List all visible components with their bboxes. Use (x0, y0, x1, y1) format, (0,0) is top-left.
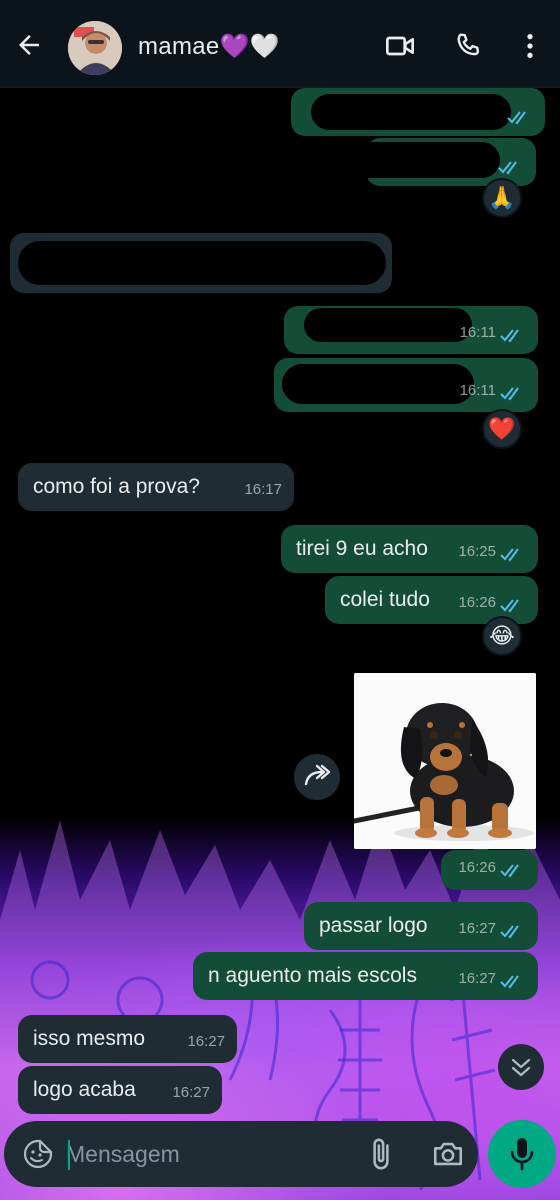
image-timestamp-bubble[interactable]: 16:26 (441, 850, 538, 890)
message-time: 16:11 (459, 382, 496, 399)
puppy-photo[interactable] (354, 673, 536, 849)
more-vert-icon[interactable] (514, 30, 546, 62)
text-caret (68, 1140, 70, 1170)
forward-button[interactable] (294, 754, 340, 800)
message-text: isso mesmo (33, 1027, 146, 1050)
read-ticks-icon (500, 387, 519, 401)
message-time: 16:11 (459, 324, 496, 341)
mic-icon (510, 1138, 534, 1171)
message-text: n aguento mais escols (208, 964, 417, 987)
read-ticks-icon (500, 925, 519, 939)
message-time: 16:27 (458, 920, 496, 937)
read-ticks-icon (507, 111, 526, 125)
message-text: tirei 9 eu acho (296, 537, 428, 560)
camera-icon[interactable] (430, 1137, 466, 1171)
redaction-scribble (304, 308, 472, 342)
message-time: 16:27 (172, 1084, 210, 1101)
reaction-badge[interactable]: ❤️ (482, 409, 522, 449)
message-time: 16:26 (458, 594, 496, 611)
phone-icon[interactable] (452, 30, 484, 62)
message-text: colei tudo (340, 588, 430, 611)
message-bubble-outgoing[interactable]: n aguento mais escols 16:27 (193, 952, 538, 1000)
redaction-scribble (311, 94, 511, 130)
redaction-scribble (18, 241, 386, 285)
read-ticks-icon (500, 975, 519, 989)
message-bubble-outgoing[interactable]: tirei 9 eu acho 16:25 (281, 525, 538, 573)
sticker-icon[interactable] (22, 1138, 54, 1170)
message-bubble-outgoing-redacted[interactable] (291, 88, 545, 136)
message-bubble-outgoing-redacted[interactable]: 16:11 (274, 358, 538, 412)
read-ticks-icon (500, 329, 519, 343)
reaction-badge[interactable]: 🙏 (482, 178, 522, 218)
message-time: 16:26 (458, 859, 496, 876)
message-bubble-incoming[interactable]: como foi a prova? 16:17 (18, 463, 294, 511)
message-time: 16:27 (458, 970, 496, 987)
redaction-scribble (314, 142, 500, 178)
message-time: 16:27 (187, 1033, 225, 1050)
message-time: 16:17 (244, 481, 282, 498)
message-text: como foi a prova? (33, 475, 200, 498)
message-composer (4, 1121, 478, 1187)
contact-avatar[interactable] (68, 21, 122, 75)
attach-icon[interactable] (364, 1136, 398, 1172)
read-ticks-icon (500, 548, 519, 562)
mic-button[interactable] (488, 1120, 556, 1188)
message-bubble-incoming[interactable]: isso mesmo 16:27 (18, 1015, 237, 1063)
message-bubble-outgoing[interactable]: passar logo 16:27 (304, 902, 538, 950)
contact-name[interactable]: mamae💜🤍 (138, 32, 280, 61)
read-ticks-icon (498, 161, 517, 175)
chat-header: mamae💜🤍 (0, 0, 560, 88)
scroll-to-bottom-button[interactable] (498, 1044, 544, 1090)
message-bubble-incoming[interactable]: logo acaba 16:27 (18, 1066, 222, 1114)
message-time: 16:25 (458, 543, 496, 560)
reaction-badge[interactable]: 😂 (482, 616, 522, 656)
message-bubble-outgoing-redacted[interactable] (314, 138, 536, 186)
message-bubble-outgoing-redacted[interactable]: 16:11 (284, 306, 538, 354)
message-text: logo acaba (33, 1078, 136, 1101)
double-chevron-down-icon (511, 1058, 531, 1077)
message-input[interactable] (66, 1133, 346, 1175)
redaction-scribble (282, 364, 474, 404)
read-ticks-icon (500, 599, 519, 613)
video-call-icon[interactable] (384, 30, 416, 62)
forward-icon (304, 764, 331, 786)
message-text: passar logo (319, 914, 428, 937)
read-ticks-icon (500, 864, 519, 878)
message-bubble-incoming-redacted[interactable] (10, 233, 392, 293)
back-arrow-icon[interactable] (14, 30, 44, 60)
